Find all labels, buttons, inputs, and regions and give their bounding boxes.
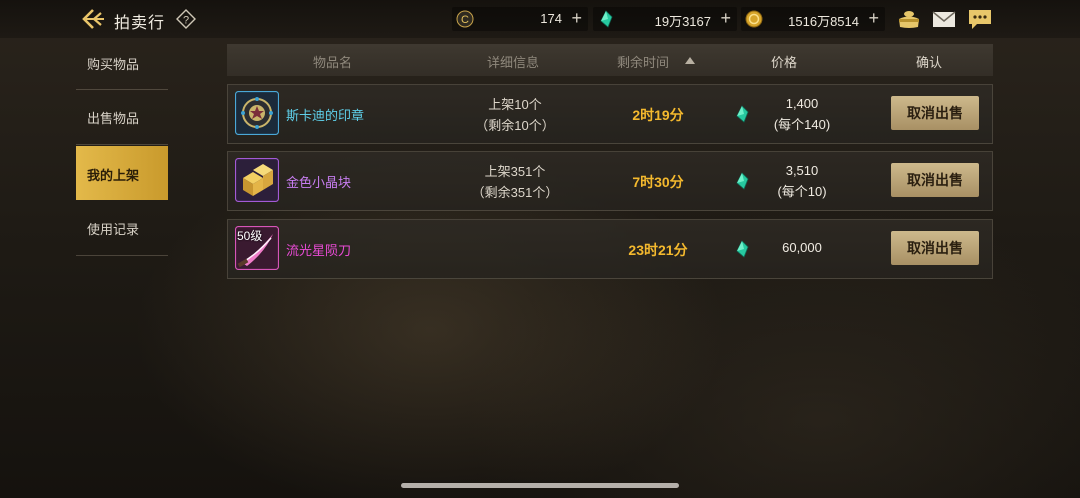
sidebar-divider <box>76 144 168 145</box>
level-badge: 50级 <box>237 229 263 243</box>
seal-icon <box>235 91 279 135</box>
column-header-detail: 详细信息 <box>487 55 540 70</box>
green-gem-icon <box>736 240 749 258</box>
add-gem-button[interactable]: + <box>720 8 731 29</box>
sidebar-item-history[interactable]: 使用记录 <box>76 202 168 254</box>
sidebar-item-label: 我的上架 <box>87 168 140 183</box>
remaining-count: （剩余351个） <box>471 185 559 200</box>
item-name: 流光星陨刀 <box>286 243 352 258</box>
top-bar: 拍卖行 ? C 174 + 19万3167 + 1516万8514 + <box>0 0 1080 38</box>
gold-crystal-icon <box>235 158 279 202</box>
item-name: 斯卡迪的印章 <box>286 108 365 123</box>
add-gold-button[interactable]: + <box>868 8 879 29</box>
column-header-price: 价格 <box>771 55 798 70</box>
sidebar-item-my-listings[interactable]: 我的上架 <box>76 146 168 200</box>
sidebar-item-buy[interactable]: 购买物品 <box>76 37 168 89</box>
item-name: 金色小晶块 <box>286 175 352 190</box>
listing-count: 上架351个 <box>484 164 546 179</box>
remaining-time: 7时30分 <box>632 174 684 190</box>
green-gem-icon <box>736 172 749 190</box>
remaining-time: 23时21分 <box>628 242 688 258</box>
sidebar-divider <box>76 255 168 256</box>
sidebar-item-label: 出售物品 <box>87 111 140 126</box>
table-row: 金色小晶块 上架351个 （剩余351个） 7时30分 3,510 (每个10)… <box>227 151 993 211</box>
home-indicator[interactable] <box>401 483 679 488</box>
sidebar-item-label: 购买物品 <box>87 57 140 72</box>
listing-count: 上架10个 <box>488 97 542 112</box>
svg-text:C: C <box>461 14 469 26</box>
mail-icon[interactable] <box>931 8 957 30</box>
help-icon[interactable]: ? <box>176 9 196 29</box>
remaining-time: 2时19分 <box>632 107 684 123</box>
gold-coin-c-icon: C <box>456 10 474 28</box>
table-header: 物品名 详细信息 剩余时间 价格 确认 <box>227 44 993 76</box>
unit-price: (每个140) <box>773 117 831 132</box>
currency-coin: C 174 + <box>452 7 588 31</box>
currency-gem: 19万3167 + <box>593 7 737 31</box>
remaining-count: （剩余10个） <box>475 118 555 133</box>
gem-value: 19万3167 <box>654 14 711 29</box>
column-header-time[interactable]: 剩余时间 <box>617 52 669 71</box>
gold-value: 1516万8514 <box>788 14 859 29</box>
unit-price: (每个10) <box>777 184 827 199</box>
sidebar-divider <box>76 89 168 90</box>
coin-value: 174 <box>540 11 562 26</box>
column-header-confirm: 确认 <box>916 55 943 70</box>
bag-icon[interactable] <box>896 8 922 30</box>
column-header-name[interactable]: 物品名 <box>313 52 352 71</box>
gold-medal-icon <box>745 10 763 28</box>
sidebar-item-label: 使用记录 <box>87 222 140 237</box>
total-price: 3,510 <box>785 163 819 178</box>
back-arrow-icon[interactable] <box>82 8 106 30</box>
total-price: 1,400 <box>785 96 819 111</box>
table-row: 斯卡迪的印章 上架10个 （剩余10个） 2时19分 1,400 (每个140)… <box>227 84 993 144</box>
sidebar-item-sell[interactable]: 出售物品 <box>76 91 168 143</box>
svg-text:?: ? <box>183 15 189 27</box>
sort-ascending-icon[interactable] <box>685 57 695 64</box>
green-gem-icon <box>600 10 613 28</box>
cancel-sale-button[interactable]: 取消出售 <box>891 231 979 265</box>
cancel-sale-button[interactable]: 取消出售 <box>891 163 979 197</box>
page-title: 拍卖行 <box>114 15 166 32</box>
table-row: 50级 流光星陨刀 23时21分 60,000 取消出售 <box>227 219 993 279</box>
currency-gold: 1516万8514 + <box>741 7 885 31</box>
cancel-sale-button[interactable]: 取消出售 <box>891 96 979 130</box>
total-price: 60,000 <box>782 240 822 255</box>
add-coin-button[interactable]: + <box>571 8 582 29</box>
chat-icon[interactable] <box>967 8 993 30</box>
green-gem-icon <box>736 105 749 123</box>
